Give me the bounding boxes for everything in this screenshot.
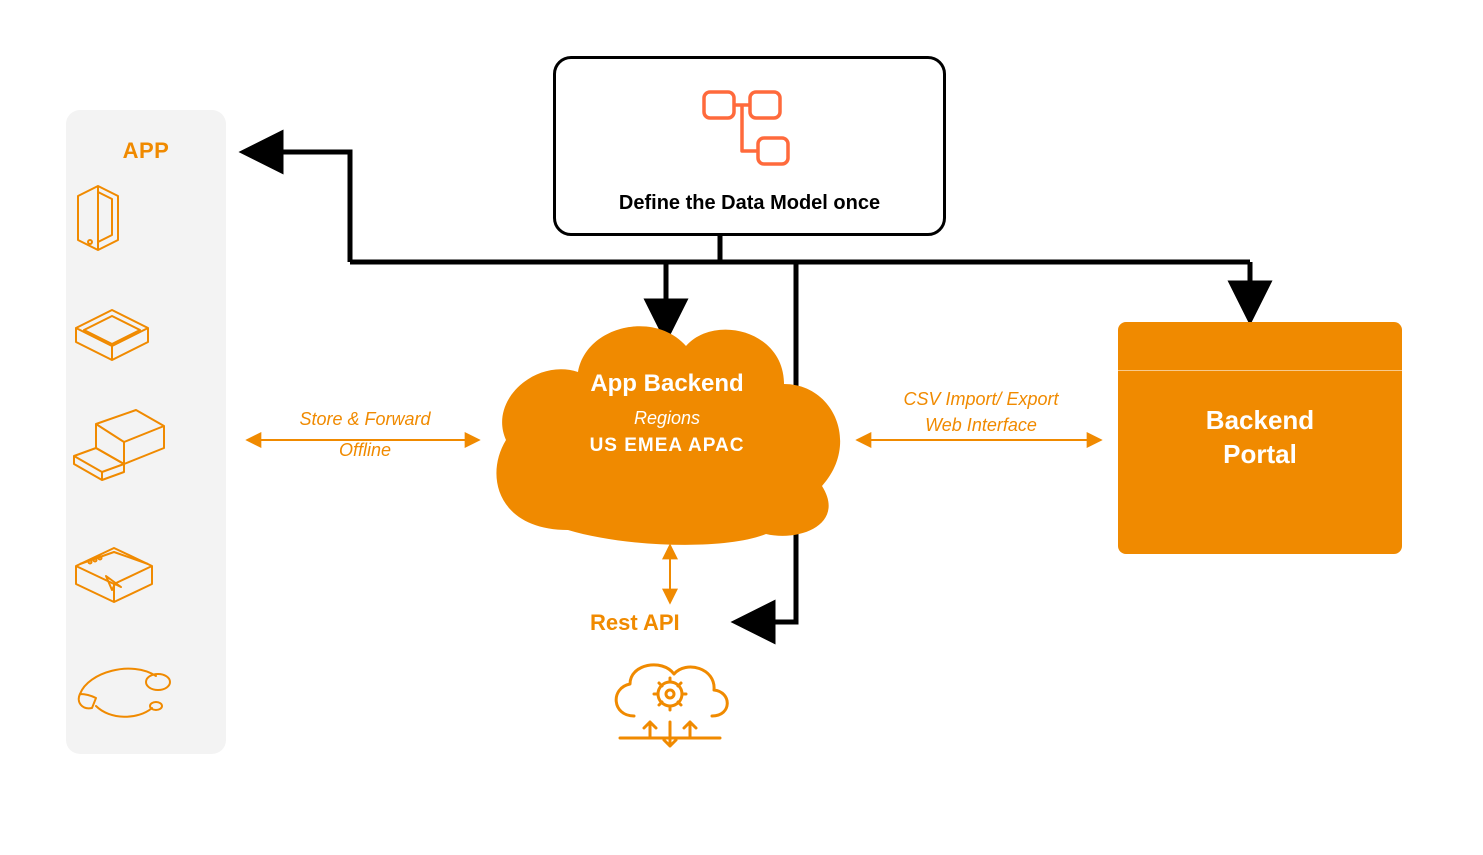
- cloud-api-icon: [600, 650, 740, 760]
- portal-line2: Portal: [1223, 438, 1297, 472]
- data-model-label: Define the Data Model once: [619, 192, 880, 215]
- backend-portal: Backend Portal: [1118, 322, 1402, 554]
- data-model-box: Define the Data Model once: [553, 56, 946, 236]
- rest-api-label: Rest API: [590, 610, 680, 636]
- cloud-regions: US EMEA APAC: [478, 435, 856, 457]
- app-panel: APP: [66, 110, 226, 754]
- phone-icon: [66, 182, 226, 260]
- tablet-icon: [66, 300, 226, 370]
- connector-right-line2: Web Interface: [866, 412, 1096, 438]
- portal-line1: Backend: [1206, 404, 1314, 438]
- cloud-subtitle: Regions: [478, 408, 856, 429]
- connector-right-caption: CSV Import/ Export Web Interface: [866, 386, 1096, 438]
- connector-left-line2: Offline: [250, 435, 480, 466]
- browser-icon: [66, 540, 226, 614]
- cloud-title: App Backend: [478, 370, 856, 398]
- data-model-icon: [694, 86, 806, 176]
- headset-icon: [66, 658, 226, 730]
- cloud-text: App Backend Regions US EMEA APAC: [478, 370, 856, 457]
- connector-left-caption: Store & Forward Offline: [250, 404, 480, 465]
- connector-left-line1: Store & Forward: [250, 404, 480, 435]
- laptop-icon: [66, 406, 226, 490]
- app-title: APP: [66, 138, 226, 164]
- connector-right-line1: CSV Import/ Export: [866, 386, 1096, 412]
